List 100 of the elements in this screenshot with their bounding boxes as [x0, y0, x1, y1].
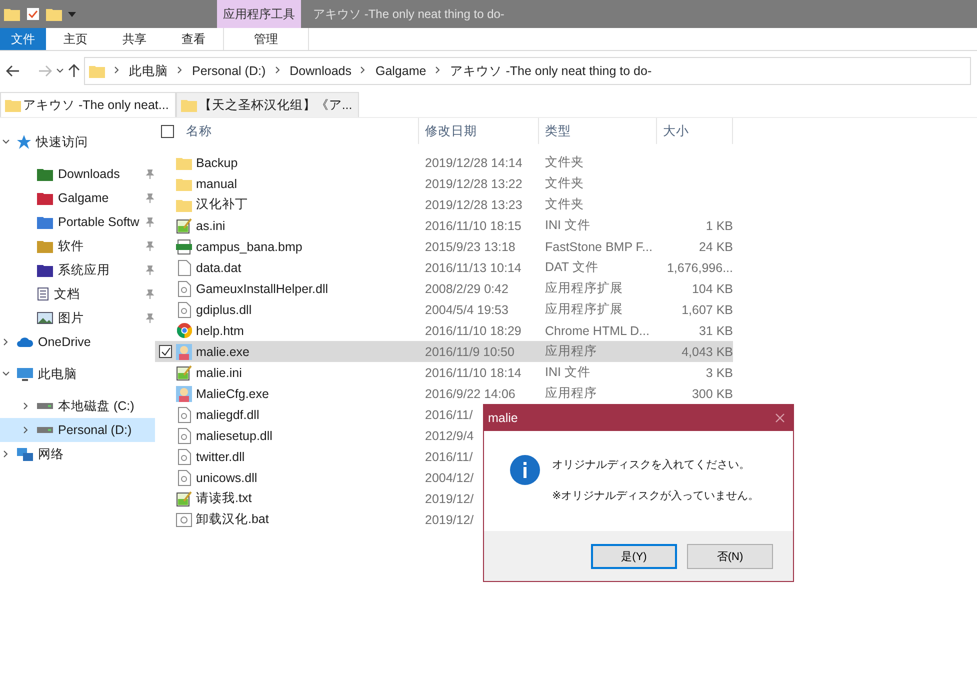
- sidebar-item[interactable]: Portable Softw: [0, 210, 155, 234]
- sidebar-item[interactable]: OneDrive: [0, 330, 155, 354]
- expand-chevron-icon[interactable]: [56, 67, 64, 75]
- file-name: MalieCfg.exe: [196, 386, 269, 400]
- type-cell-text: 应用程序扩展: [544, 280, 624, 297]
- folder-tab[interactable]: 【天之圣杯汉化组】《ア...: [176, 92, 360, 117]
- pin-icon[interactable]: [145, 241, 155, 251]
- sidebar-item[interactable]: 本地磁盘 (C:): [0, 394, 155, 418]
- collapse-chevron-icon[interactable]: [434, 66, 442, 74]
- column-header[interactable]: 名称: [155, 118, 419, 144]
- expand-chevron-icon[interactable]: [2, 138, 10, 146]
- file-row[interactable]: campus_bana.bmp 2015/9/23 13:18 FastStone BMP F... 24 KB: [155, 236, 733, 257]
- file-row[interactable]: malie.exe 2016/11/9 10:50 应用程序 4,043 KB: [155, 341, 733, 362]
- file-row[interactable]: malie.ini 2016/11/10 18:14 INI 文件 3 KB: [155, 362, 733, 383]
- size-cell-text: 1,676,996...: [666, 260, 733, 274]
- file-row[interactable]: as.ini 2016/11/10 18:15 INI 文件 1 KB: [155, 215, 733, 236]
- file-row[interactable]: gdiplus.dll 2004/5/4 19:53 应用程序扩展 1,607 KB: [155, 299, 733, 320]
- sidebar-item[interactable]: 系统应用: [0, 258, 155, 282]
- sidebar-item[interactable]: 图片: [0, 306, 155, 330]
- collapse-chevron-icon[interactable]: [359, 66, 368, 74]
- pin-icon[interactable]: [145, 169, 155, 179]
- collapse-chevron-icon[interactable]: [2, 450, 10, 458]
- size-cell-text: 1 KB: [704, 218, 733, 232]
- dialog-message: オリジナルディスクを入れてください。: [552, 458, 751, 472]
- file-name: 卸载汉化.bat: [196, 511, 269, 528]
- address-bar[interactable]: 此电脑 Personal (D:) Downloads Galgame アキウソ -The only neat thing to do-: [84, 57, 971, 85]
- column-header-label: 名称: [186, 122, 212, 140]
- folder-tab[interactable]: アキウソ -The only neat...: [0, 92, 176, 117]
- file-row[interactable]: data.dat 2016/11/13 10:14 DAT 文件 1,676,996...: [155, 257, 733, 278]
- date-cell-text: 2015/9/23 13:18: [424, 240, 516, 254]
- size-cell-text: 24 KB: [698, 240, 733, 254]
- sidebar-item[interactable]: Downloads: [0, 162, 155, 186]
- type-cell-text: 应用程序: [544, 343, 598, 360]
- date-cell-text: 2016/11/9 10:50: [424, 344, 516, 358]
- dialog-button[interactable]: 是(Y): [591, 544, 677, 568]
- up-arrow-icon[interactable]: [68, 64, 80, 78]
- file-menu-tab[interactable]: 文件: [0, 28, 46, 50]
- date-cell-text: 2016/11/: [424, 408, 473, 422]
- file-name: maliesetup.dll: [196, 428, 272, 442]
- breadcrumb-item[interactable]: アキウソ -The only neat thing to do-: [450, 62, 652, 80]
- size-cell-text: 3 KB: [704, 366, 733, 380]
- file-row[interactable]: manual 2019/12/28 13:22 文件夹: [155, 173, 733, 194]
- collapse-chevron-icon[interactable]: [2, 338, 10, 346]
- pin-icon[interactable]: [145, 193, 155, 203]
- column-header[interactable]: 类型: [539, 118, 657, 144]
- sidebar-item[interactable]: Personal (D:): [0, 418, 155, 442]
- back-arrow-icon[interactable]: [6, 65, 20, 77]
- pin-icon[interactable]: [145, 289, 155, 299]
- notepad-icon: [176, 490, 192, 506]
- date-cell-text: 2016/11/10 18:14: [424, 366, 522, 380]
- select-all-checkbox[interactable]: [161, 124, 174, 138]
- sidebar-item[interactable]: 快速访问: [0, 130, 155, 154]
- file-row[interactable]: MalieCfg.exe 2016/9/22 14:06 应用程序 300 KB: [155, 383, 733, 404]
- column-header[interactable]: 大小: [657, 118, 733, 144]
- size-cell-text: 1,607 KB: [680, 302, 733, 316]
- breadcrumb-item[interactable]: 此电脑: [129, 62, 168, 80]
- dialog-button[interactable]: 否(N): [687, 544, 773, 568]
- sidebar-item[interactable]: 软件: [0, 234, 155, 258]
- sidebar-item[interactable]: Galgame: [0, 186, 155, 210]
- file-name: malie.ini: [196, 366, 242, 380]
- collapse-chevron-icon[interactable]: [113, 66, 121, 74]
- file-row[interactable]: 卸载汉化.bat 2019/12/: [155, 509, 733, 530]
- collapse-chevron-icon[interactable]: [22, 402, 30, 410]
- type-cell-text: DAT 文件: [544, 259, 600, 276]
- collapse-chevron-icon[interactable]: [22, 426, 30, 434]
- collapse-chevron-icon[interactable]: [274, 66, 282, 74]
- window-title: アキウソ -The only neat thing to do-: [312, 6, 504, 22]
- dialog-title: malie: [488, 411, 518, 425]
- close-icon[interactable]: [775, 413, 785, 423]
- breadcrumb-item[interactable]: Personal (D:): [192, 64, 266, 78]
- folder-icon: [37, 239, 53, 253]
- breadcrumb-item[interactable]: Galgame: [375, 64, 426, 78]
- file-name: manual: [196, 176, 237, 190]
- app-icon: [176, 386, 192, 402]
- breadcrumb-item[interactable]: Downloads: [290, 64, 352, 78]
- row-checkbox[interactable]: [159, 345, 172, 358]
- sidebar-item[interactable]: 网络: [0, 442, 155, 466]
- new-folder-icon: [46, 7, 62, 21]
- file-row[interactable]: GameuxInstallHelper.dll 2008/2/29 0:42 应用程序扩展 104 KB: [155, 278, 733, 299]
- file-icon: [178, 260, 190, 276]
- folder-icon: [176, 198, 192, 212]
- file-name: gdiplus.dll: [196, 302, 252, 316]
- column-header[interactable]: 修改日期: [419, 118, 539, 144]
- file-name: 请读我.txt: [196, 490, 252, 507]
- collapse-chevron-icon[interactable]: [176, 66, 184, 74]
- file-row[interactable]: 汉化补丁 2019/12/28 13:23 文件夹: [155, 194, 733, 215]
- sidebar-item[interactable]: 文档: [0, 282, 155, 306]
- file-row[interactable]: maliesetup.dll 2012/9/4: [155, 425, 733, 446]
- file-row[interactable]: Backup 2019/12/28 14:14 文件夹: [155, 152, 733, 173]
- dropdown-icon[interactable]: [68, 10, 76, 18]
- file-name: GameuxInstallHelper.dll: [196, 282, 328, 296]
- expand-chevron-icon[interactable]: [2, 370, 10, 378]
- file-row[interactable]: help.htm 2016/11/10 18:29 Chrome HTML D... 31 KB: [155, 320, 733, 341]
- date-cell-text: 2016/11/10 18:29: [424, 324, 522, 338]
- date-cell-text: 2016/11/: [424, 450, 473, 464]
- pin-icon[interactable]: [145, 265, 155, 275]
- sidebar-item[interactable]: 此电脑: [0, 362, 155, 386]
- date-cell-text: 2016/9/22 14:06: [424, 386, 516, 400]
- pin-icon[interactable]: [145, 313, 155, 323]
- pin-icon[interactable]: [145, 217, 155, 227]
